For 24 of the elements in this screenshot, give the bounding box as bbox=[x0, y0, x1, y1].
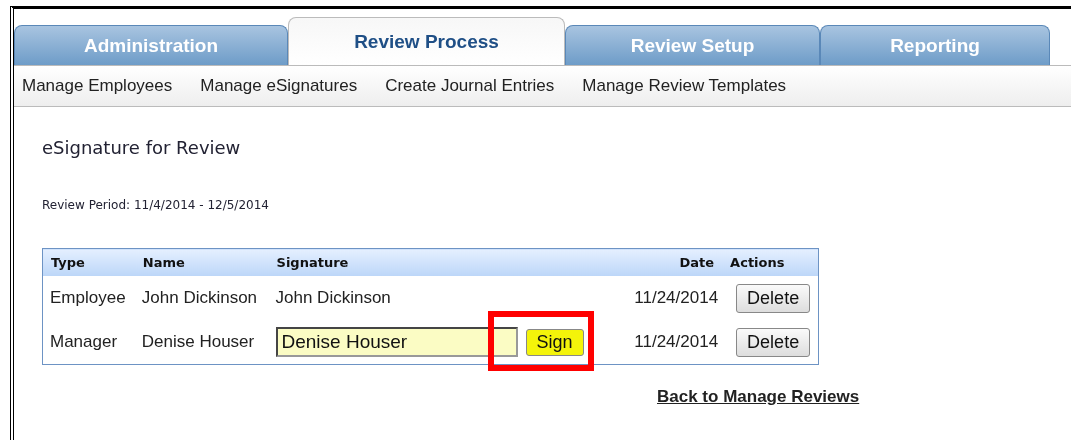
table-cell: Manager bbox=[42, 320, 135, 365]
subnav-link[interactable]: Manage Employees bbox=[22, 76, 173, 96]
subnav-link[interactable]: Manage eSignatures bbox=[200, 76, 358, 96]
column-header: Date bbox=[587, 248, 723, 276]
table-cell: John Dickinson bbox=[134, 276, 269, 320]
review-period: Review Period: 11/4/2014 - 12/5/2014 bbox=[42, 198, 270, 212]
page-heading: eSignature for Review bbox=[42, 137, 242, 158]
signature-field[interactable]: Denise Houser bbox=[275, 327, 518, 357]
back-link[interactable]: Back to Manage Reviews bbox=[657, 387, 1071, 407]
subnav-link[interactable]: Manage Review Templates bbox=[582, 76, 787, 96]
column-header: Signature bbox=[268, 248, 588, 276]
delete-button[interactable]: Delete bbox=[736, 283, 811, 313]
table-cell: 11/24/2014 bbox=[587, 320, 723, 365]
column-header: Actions bbox=[722, 248, 819, 276]
sign-button[interactable]: Sign bbox=[525, 328, 584, 356]
column-header: Type bbox=[42, 248, 135, 276]
column-header: Name bbox=[134, 248, 269, 276]
delete-button[interactable]: Delete bbox=[736, 327, 811, 357]
nav-tab[interactable]: Review Process bbox=[288, 17, 565, 65]
subnav-link[interactable]: Create Journal Entries bbox=[385, 76, 555, 96]
table-cell: Employee bbox=[42, 276, 135, 320]
table-cell: 11/24/2014 bbox=[587, 276, 723, 320]
table-cell: John Dickinson bbox=[268, 276, 588, 320]
table-cell: Denise Houser bbox=[134, 320, 269, 365]
